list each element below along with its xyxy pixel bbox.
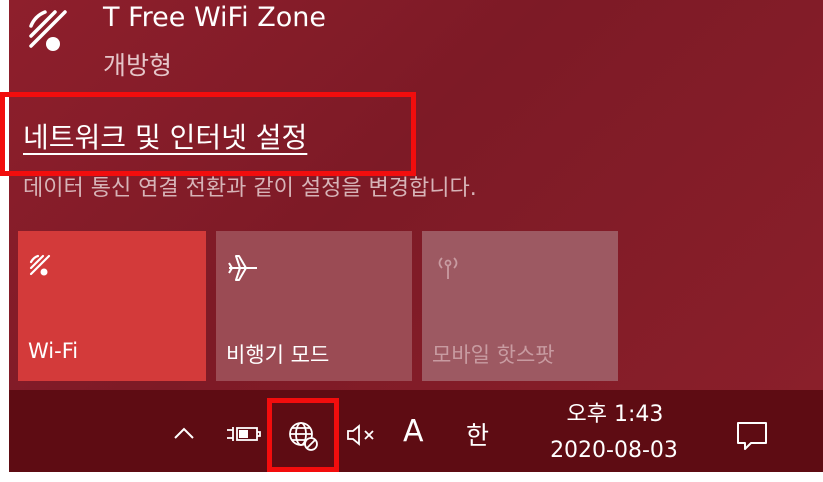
quick-action-label: Wi-Fi — [28, 339, 79, 363]
clock-date[interactable]: 2020-08-03 — [524, 438, 704, 463]
quick-action-label: 모바일 핫스팟 — [432, 343, 555, 367]
network-security-status: 개방형 — [103, 51, 173, 80]
ime-language-indicator[interactable]: 한 — [466, 416, 489, 452]
hotspot-icon — [438, 257, 458, 279]
quick-action-label: 비행기 모드 — [226, 343, 330, 367]
network-settings-description: 데이터 통신 연결 전환과 같이 설정을 변경합니다. — [23, 176, 477, 201]
network-flyout: T Free WiFi Zone 개방형 네트워크 및 인터넷 설정 데이터 통… — [9, 0, 823, 390]
wifi-icon — [29, 10, 67, 51]
ime-mode-indicator[interactable]: A — [403, 414, 424, 449]
clock-time[interactable]: 오후 1:43 — [540, 396, 690, 428]
speaker-muted-icon[interactable] — [345, 423, 381, 447]
battery-charging-icon[interactable] — [225, 423, 263, 445]
quick-action-airplane-mode[interactable]: 비행기 모드 — [216, 231, 412, 381]
notification-icon[interactable] — [735, 420, 769, 452]
globe-no-internet-icon[interactable] — [287, 420, 319, 452]
quick-action-mobile-hotspot[interactable]: 모바일 핫스팟 — [422, 231, 618, 381]
network-settings-link[interactable]: 네트워크 및 인터넷 설정 — [23, 116, 307, 156]
airplane-icon — [228, 255, 257, 281]
wifi-icon — [29, 254, 51, 276]
quick-action-wifi[interactable]: Wi-Fi — [18, 231, 206, 381]
network-name[interactable]: T Free WiFi Zone — [103, 2, 326, 33]
chevron-up-icon[interactable] — [172, 424, 196, 442]
